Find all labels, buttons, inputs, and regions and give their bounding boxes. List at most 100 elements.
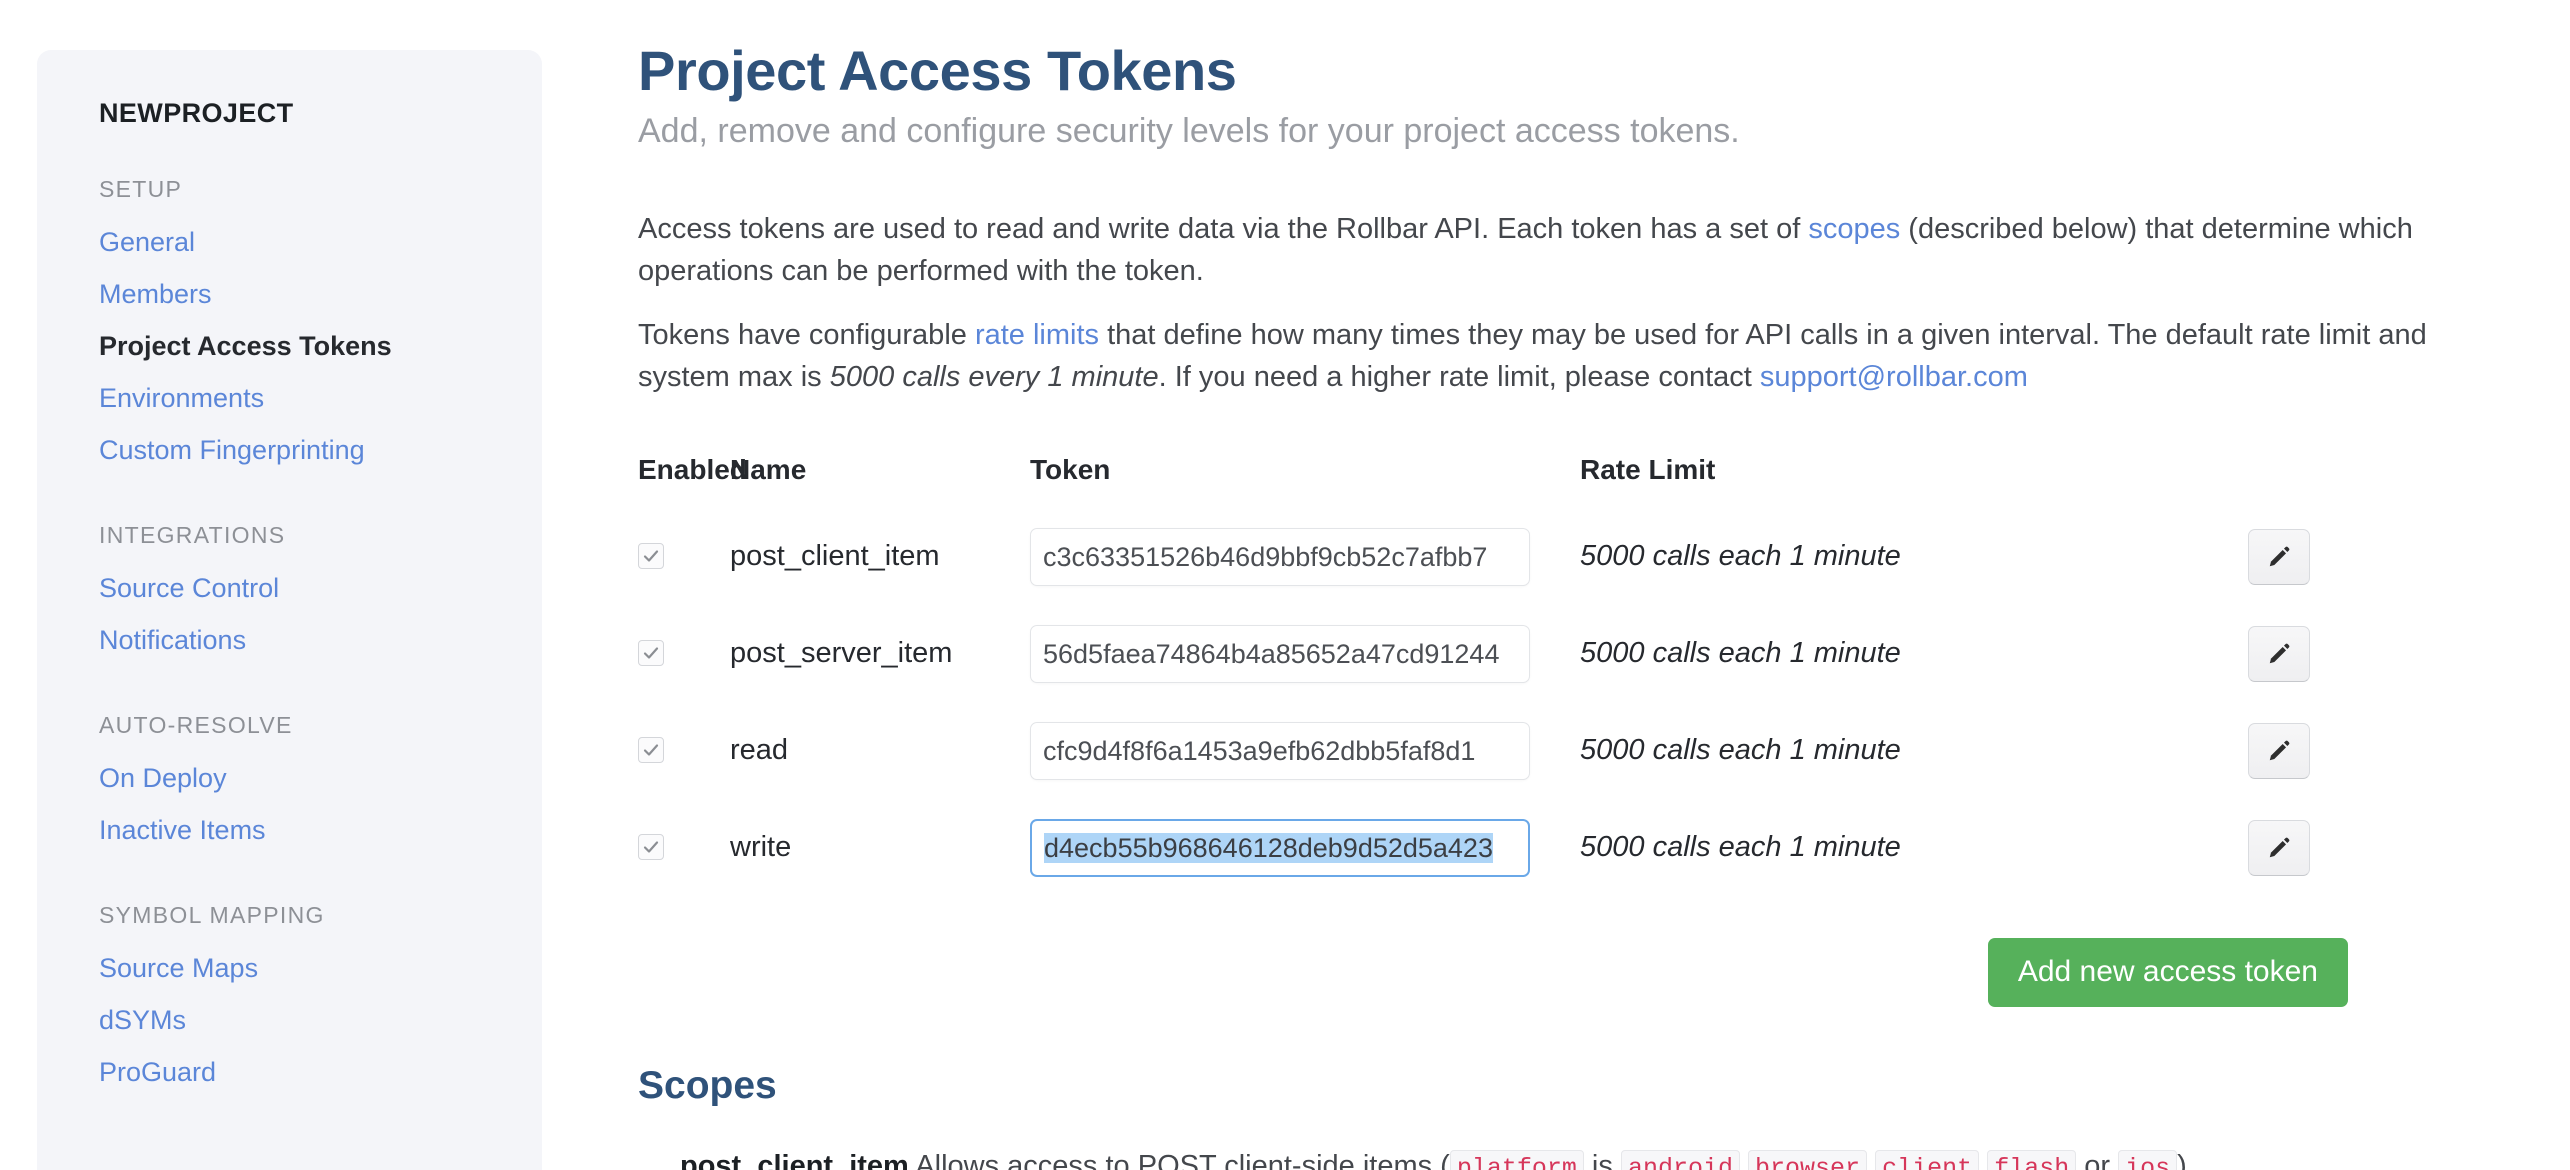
rate-limits-link[interactable]: rate limits xyxy=(975,319,1099,351)
cell-rate-limit: 5000 calls each 1 minute xyxy=(1580,540,2200,573)
scope-name: post_client_item xyxy=(680,1150,909,1170)
token-input[interactable]: 56d5faea74864b4a85652a47cd91244 xyxy=(1030,624,1530,683)
edit-token-button[interactable] xyxy=(2248,722,2310,779)
project-name-label: NEWPROJECT xyxy=(99,98,294,128)
table-row: post_client_item c3c63351526b46d9bbf9cb52… xyxy=(638,508,2438,605)
cell-token-value: cfc9d4f8f6a1453a9efb62dbb5faf8d1 xyxy=(1030,721,1580,780)
scopes-section-title: Scopes xyxy=(638,1064,777,1108)
project-settings-sidebar: NEWPROJECT SETUP General Members Project Ac… xyxy=(37,50,542,1170)
scope-text-c: or xyxy=(2076,1150,2119,1170)
token-input-value: c3c63351526b46d9bbf9cb52c7afbb7 xyxy=(1043,541,1488,572)
pencil-icon xyxy=(2266,738,2292,764)
token-input-value: cfc9d4f8f6a1453a9efb62dbb5faf8d1 xyxy=(1043,735,1476,766)
column-header-name: Name xyxy=(730,454,807,486)
sidebar-group-spacer xyxy=(99,493,542,522)
support-email-link[interactable]: support@rollbar.com xyxy=(1760,361,2028,393)
cell-token-value: d4ecb55b968646128deb9d52d5a423 xyxy=(1030,818,1580,877)
token-input[interactable]: cfc9d4f8f6a1453a9efb62dbb5faf8d1 xyxy=(1030,721,1530,780)
cell-enabled xyxy=(638,640,730,667)
cell-token-name: write xyxy=(730,831,1030,864)
cell-enabled xyxy=(638,834,730,861)
table-row: post_server_item 56d5faea74864b4a85652a47… xyxy=(638,605,2438,702)
scope-list-item: post_client_item Allows access to POST c… xyxy=(638,1146,2508,1170)
scopes-list: post_client_item Allows access to POST c… xyxy=(638,1146,2508,1170)
access-tokens-table: Enabled Name Token Rate Limit post_clien… xyxy=(638,446,2438,896)
cell-token-value: 56d5faea74864b4a85652a47cd91244 xyxy=(1030,624,1580,683)
rate-limit-label: 5000 calls each 1 minute xyxy=(1580,734,1901,767)
sidebar-group-heading: AUTO-RESOLVE xyxy=(99,712,293,738)
sidebar-item-dsyms[interactable]: dSYMs xyxy=(99,995,542,1047)
column-header-rate-limit: Rate Limit xyxy=(1580,454,1716,486)
sidebar-group-spacer xyxy=(99,683,542,712)
column-header-enabled: Enabled xyxy=(638,454,747,486)
intro-p2-part-a: Tokens have configurable xyxy=(638,319,975,352)
token-input-value: 56d5faea74864b4a85652a47cd91244 xyxy=(1043,638,1500,669)
rate-limit-label: 5000 calls each 1 minute xyxy=(1580,637,1901,670)
edit-token-button[interactable] xyxy=(2248,819,2310,876)
add-token-row: Add new access token xyxy=(638,938,2438,1008)
cell-token-name: post_server_item xyxy=(730,637,1030,670)
sidebar-group-heading: SETUP xyxy=(99,176,183,202)
sidebar-item-project-access-tokens[interactable]: Project Access Tokens xyxy=(99,321,542,373)
pencil-icon xyxy=(2266,544,2292,570)
table-body: post_client_item c3c63351526b46d9bbf9cb52… xyxy=(638,508,2438,896)
cell-actions xyxy=(2200,528,2400,585)
column-header-token: Token xyxy=(1030,454,1111,486)
sidebar-group-spacer xyxy=(99,873,542,902)
sidebar-group-auto-resolve: AUTO-RESOLVE On Deploy Inactive Items xyxy=(99,712,542,857)
token-name-label: read xyxy=(730,734,789,767)
enabled-checkbox[interactable] xyxy=(638,834,664,861)
edit-token-button[interactable] xyxy=(2248,625,2310,682)
token-input-value: d4ecb55b968646128deb9d52d5a423 xyxy=(1044,832,1493,863)
token-name-label: write xyxy=(730,831,792,864)
cell-actions xyxy=(2200,819,2400,876)
scope-tag-client: client xyxy=(1875,1150,1980,1170)
page-subtitle: Add, remove and configure security level… xyxy=(638,111,1740,150)
page-title: Project Access Tokens xyxy=(638,39,1237,102)
sidebar-group-heading: INTEGRATIONS xyxy=(99,522,286,548)
sidebar-item-environments[interactable]: Environments xyxy=(99,373,542,425)
table-row: read cfc9d4f8f6a1453a9efb62dbb5faf8d1 5000… xyxy=(638,702,2438,799)
cell-enabled xyxy=(638,543,730,570)
sidebar-item-proguard[interactable]: ProGuard xyxy=(99,1047,542,1099)
table-row: write d4ecb55b968646128deb9d52d5a423 5000 … xyxy=(638,799,2438,896)
sidebar-group-setup: SETUP General Members Project Access Tokens… xyxy=(99,176,542,477)
default-rate-limit-value: 5000 calls every 1 minute xyxy=(829,361,1159,394)
token-input[interactable]: c3c63351526b46d9bbf9cb52c7afbb7 xyxy=(1030,527,1530,586)
cell-token-name: post_client_item xyxy=(730,540,1030,573)
sidebar-item-general[interactable]: General xyxy=(99,217,542,269)
enabled-checkbox[interactable] xyxy=(638,737,664,764)
add-new-access-token-button[interactable]: Add new access token xyxy=(1987,938,2348,1008)
sidebar-group-symbol-mapping: SYMBOL MAPPING Source Maps dSYMs ProGuard xyxy=(99,902,542,1099)
intro-p1-part-a: Access tokens are used to read and write… xyxy=(638,213,1809,246)
intro-text: Access tokens are used to read and write… xyxy=(638,208,2508,398)
pencil-icon xyxy=(2266,835,2292,861)
sidebar-item-members[interactable]: Members xyxy=(99,269,542,321)
cell-rate-limit: 5000 calls each 1 minute xyxy=(1580,831,2200,864)
sidebar-item-notifications[interactable]: Notifications xyxy=(99,615,542,667)
sidebar-item-source-maps[interactable]: Source Maps xyxy=(99,943,542,995)
token-input[interactable]: d4ecb55b968646128deb9d52d5a423 xyxy=(1030,818,1530,877)
sidebar-item-custom-fingerprinting[interactable]: Custom Fingerprinting xyxy=(99,425,542,477)
scope-text-b: is xyxy=(1583,1150,1621,1170)
intro-p2-part-c: . If you need a higher rate limit, pleas… xyxy=(1158,361,1760,394)
sidebar-group-heading: SYMBOL MAPPING xyxy=(99,902,325,928)
cell-actions xyxy=(2200,722,2400,779)
table-header-row: Enabled Name Token Rate Limit xyxy=(638,446,2438,494)
cell-token-value: c3c63351526b46d9bbf9cb52c7afbb7 xyxy=(1030,527,1580,586)
intro-paragraph-1: Access tokens are used to read and write… xyxy=(638,208,2438,292)
scope-tag-flash: flash xyxy=(1987,1150,2077,1170)
scope-tag-browser: browser xyxy=(1748,1150,1868,1170)
sidebar-item-source-control[interactable]: Source Control xyxy=(99,563,542,615)
edit-token-button[interactable] xyxy=(2248,528,2310,585)
enabled-checkbox[interactable] xyxy=(638,640,664,667)
cell-actions xyxy=(2200,625,2400,682)
cell-token-name: read xyxy=(730,734,1030,767)
cell-rate-limit: 5000 calls each 1 minute xyxy=(1580,734,2200,767)
sidebar-item-on-deploy[interactable]: On Deploy xyxy=(99,753,542,805)
sidebar-item-inactive-items[interactable]: Inactive Items xyxy=(99,805,542,857)
scope-text-d: ) xyxy=(2177,1150,2187,1170)
token-name-label: post_client_item xyxy=(730,540,940,573)
scopes-link[interactable]: scopes xyxy=(1808,213,1900,245)
enabled-checkbox[interactable] xyxy=(638,543,664,570)
